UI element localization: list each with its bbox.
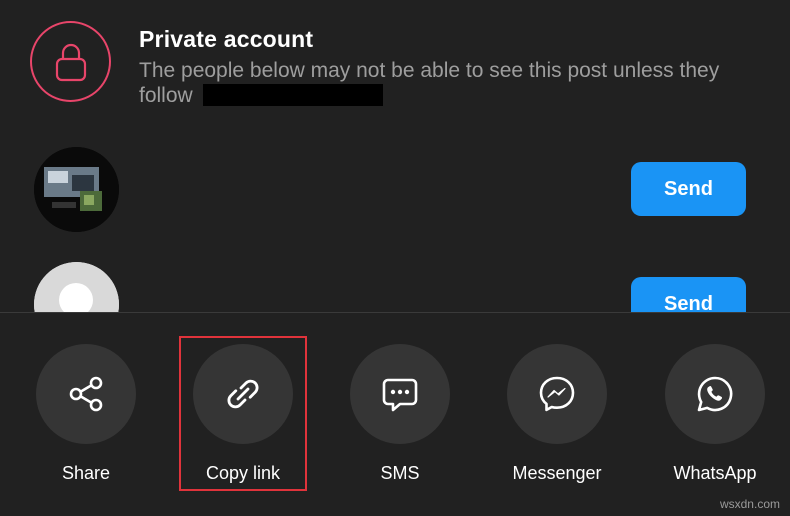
whatsapp-icon[interactable]	[665, 344, 765, 444]
send-button[interactable]: Send	[631, 162, 746, 216]
share-option-share[interactable]: Share	[16, 313, 136, 516]
share-icon[interactable]	[36, 344, 136, 444]
share-option-label: Share	[61, 463, 111, 483]
redacted-username	[202, 84, 383, 106]
share-sheet: Share Copy link SMS Messenger WhatsApp	[0, 312, 790, 516]
copy-link-highlight	[179, 336, 307, 491]
messenger-icon[interactable]	[507, 344, 607, 444]
share-option-label: Messenger	[512, 463, 602, 483]
share-option-sms[interactable]: SMS	[330, 313, 450, 516]
share-option-label: SMS	[380, 463, 420, 483]
share-option-label: WhatsApp	[673, 463, 757, 483]
avatar	[34, 147, 119, 232]
share-option-messenger[interactable]: Messenger	[487, 313, 607, 516]
private-account-title: Private account	[139, 26, 314, 52]
private-account-description: The people below may not be able to see …	[139, 58, 739, 108]
lock-icon	[30, 21, 111, 102]
private-account-notice: Private account The people below may not…	[0, 0, 790, 140]
watermark: wsxdn.com	[719, 497, 780, 511]
share-option-whatsapp[interactable]: WhatsApp	[645, 313, 765, 516]
sms-icon[interactable]	[350, 344, 450, 444]
